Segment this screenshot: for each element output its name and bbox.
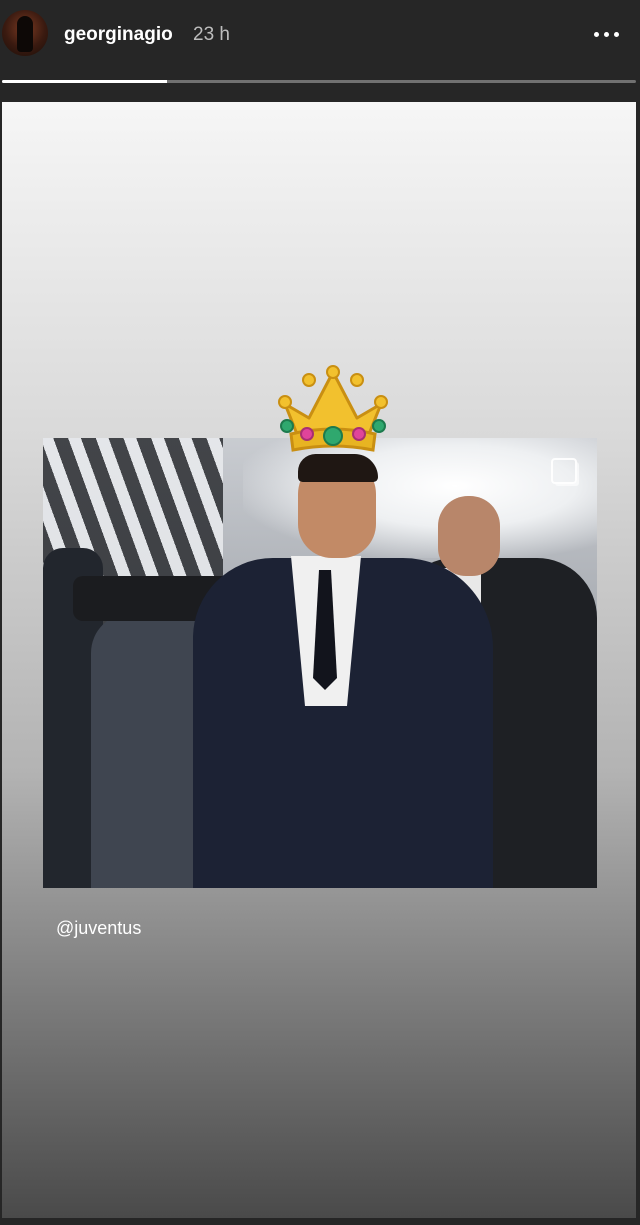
mention-sticker[interactable]: @juventus — [56, 917, 141, 939]
more-dots-icon — [593, 31, 599, 37]
avatar[interactable] — [2, 10, 48, 56]
story-content[interactable]: @juventus — [2, 102, 636, 1218]
story-timestamp: 23 h — [193, 24, 230, 45]
more-dots-icon-dot-3 — [613, 31, 619, 37]
username[interactable]: georginagio — [64, 24, 173, 46]
more-dots-icon-dot-2 — [603, 31, 609, 37]
story-progress-bar — [2, 80, 636, 83]
more-options-button[interactable] — [586, 20, 626, 48]
collect-icon[interactable] — [551, 458, 577, 484]
story-viewer: georginagio 23 h @juventus — [0, 0, 640, 1225]
bodyguard-head — [438, 496, 500, 576]
avatar-figure — [17, 16, 33, 52]
crown-icon[interactable] — [277, 364, 389, 464]
story-header: georginagio 23 h — [0, 0, 640, 72]
shared-post-photo[interactable] — [43, 438, 597, 888]
story-progress-fill — [2, 80, 167, 83]
